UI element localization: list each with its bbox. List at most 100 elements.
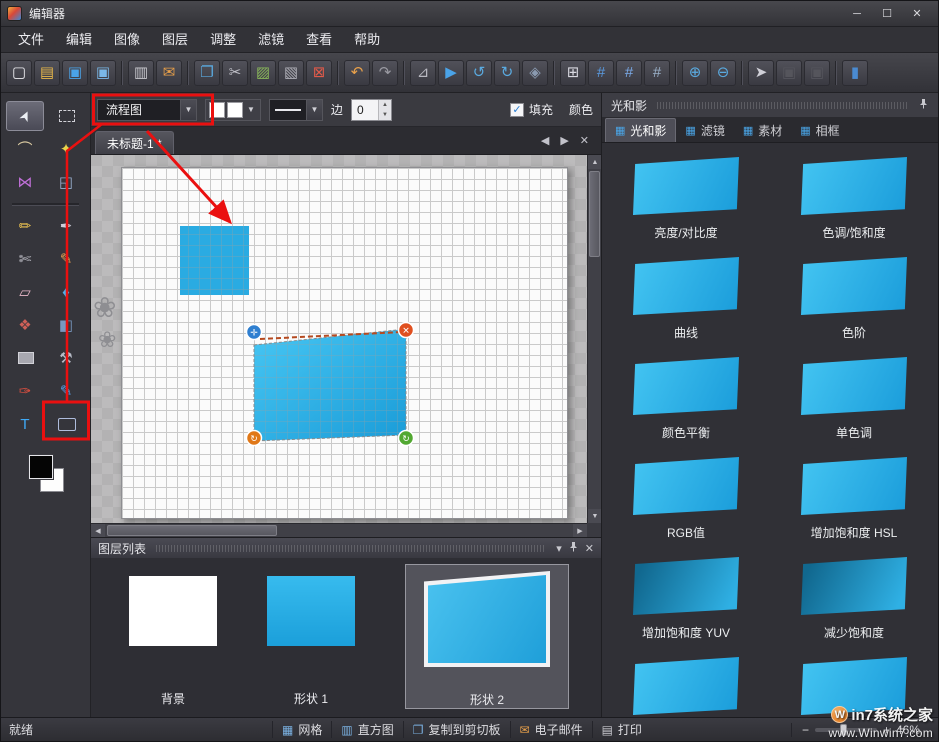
toolbar-icon-rotate-right[interactable]: ↻ <box>494 60 520 86</box>
pin-icon[interactable] <box>918 98 929 112</box>
palette-tool-divider[interactable] <box>12 203 79 205</box>
chevron-down-icon[interactable]: ▼ <box>180 100 196 120</box>
toolbar-icon-sep[interactable] <box>187 61 189 85</box>
toolbar-icon-sep[interactable] <box>337 61 339 85</box>
toolbar-icon-export[interactable]: ▮ <box>842 60 868 86</box>
toolbar-icon-pan[interactable]: ➤ <box>748 60 774 86</box>
toolbar-icon-sep[interactable] <box>835 61 837 85</box>
menu-item[interactable]: 文件 <box>7 27 55 53</box>
toolbar-icon-sep[interactable] <box>741 61 743 85</box>
zoom-out-icon[interactable]: − <box>802 723 809 737</box>
toolbar-icon-delete[interactable]: ⊠ <box>306 60 332 86</box>
prev-tab-icon[interactable]: ◀ <box>541 134 549 147</box>
effects-tab[interactable]: ▦ 光和影 <box>605 118 676 142</box>
scroll-left-icon[interactable]: ◀ <box>91 524 105 537</box>
palette-tool-curve[interactable]: ⋈ <box>6 167 44 197</box>
foreground-color-swatch[interactable] <box>29 455 53 479</box>
close-panel-icon[interactable]: ✕ <box>585 542 594 555</box>
preset-item[interactable]: 单色调 <box>779 357 929 457</box>
palette-tool-crop[interactable]: ◱ <box>47 167 85 197</box>
effects-tab[interactable]: ▦ 滤镜 <box>676 118 733 142</box>
toolbar-icon-redo[interactable]: ↷ <box>372 60 398 86</box>
preset-item[interactable]: 颜色平衡 <box>611 357 761 457</box>
maximize-button[interactable]: ☐ <box>872 4 902 24</box>
toolbar-icon-print[interactable]: ▥ <box>128 60 154 86</box>
palette-tool-clone-stamp[interactable]: ⚒ <box>47 343 85 373</box>
palette-tool-gradient[interactable]: ◧ <box>47 310 85 340</box>
palette-tool-shape[interactable] <box>47 409 85 439</box>
layer-item-形状 1[interactable]: 形状 1 <box>267 562 355 707</box>
stepper-up-icon[interactable]: ▲ <box>379 100 391 110</box>
color-label[interactable]: 颜色 <box>569 101 595 118</box>
color-swatches[interactable] <box>26 455 66 497</box>
stepper-down-icon[interactable]: ▼ <box>379 110 391 120</box>
toolbar-icon-sep[interactable] <box>121 61 123 85</box>
vertical-scroll-thumb[interactable] <box>589 171 600 257</box>
move-handle[interactable]: ✛ <box>247 325 262 340</box>
palette-tool-retouch[interactable]: ✎ <box>47 376 85 406</box>
status-button[interactable]: ▦ 网格 <box>272 721 331 738</box>
status-button[interactable]: ❐ 复制到剪切板 <box>403 721 510 738</box>
toolbar-icon-save-as[interactable]: ▣ <box>90 60 116 86</box>
palette-tool-color-picker[interactable] <box>6 343 44 373</box>
preset-item[interactable]: 色调/饱和度 <box>779 157 929 257</box>
toolbar-icon-sep[interactable] <box>553 61 555 85</box>
palette-tool-text[interactable]: T <box>6 409 44 439</box>
palette-tool-pointer[interactable]: ➤ <box>6 101 44 131</box>
status-button[interactable]: ✉ 电子邮件 <box>510 721 592 738</box>
toolbar-icon-sep[interactable] <box>675 61 677 85</box>
line-style-dropdown[interactable]: ▼ <box>269 99 323 121</box>
toolbar-icon-perspective[interactable]: ◈ <box>522 60 548 86</box>
preset-item[interactable]: 色阶 <box>779 257 929 357</box>
palette-tool-red-brush[interactable]: ✑ <box>6 376 44 406</box>
menu-item[interactable]: 图层 <box>151 27 199 53</box>
menu-item[interactable]: 滤镜 <box>247 27 295 53</box>
fill-checkbox[interactable]: ✓ <box>510 103 524 117</box>
palette-tool-rect-select[interactable] <box>47 101 85 131</box>
toolbar-icon-sep[interactable] <box>403 61 405 85</box>
chevron-down-icon[interactable]: ▼ <box>245 105 257 114</box>
fill-toggle[interactable]: ✓ 填充 <box>510 101 553 118</box>
menu-item[interactable]: 帮助 <box>343 27 391 53</box>
status-button[interactable]: ▤ 打印 <box>592 721 651 738</box>
toolbar-icon-zoom-in[interactable]: ⊕ <box>682 60 708 86</box>
scroll-right-icon[interactable]: ▶ <box>573 524 587 537</box>
palette-tool-eraser[interactable]: ▱ <box>6 277 44 307</box>
toolbar-icon-email[interactable]: ✉ <box>156 60 182 86</box>
effects-tab[interactable]: ▦ 相框 <box>791 118 848 142</box>
palette-tool-brush[interactable]: ✎ <box>47 244 85 274</box>
toolbar-icon-grid[interactable]: ⊞ <box>560 60 586 86</box>
delete-handle[interactable]: ✕ <box>399 323 414 338</box>
close-button[interactable]: ✕ <box>902 4 932 24</box>
toolbar-icon-gridlines-2[interactable]: # <box>616 60 642 86</box>
toolbar-icon-flip-vertical[interactable]: ▶ <box>438 60 464 86</box>
preset-item[interactable]: 增加饱和度 HSL <box>779 457 929 557</box>
toolbar-icon-zoom-out[interactable]: ⊖ <box>710 60 736 86</box>
panel-drag-handle[interactable] <box>657 102 908 109</box>
vertical-scrollbar[interactable]: ▲ ▼ <box>587 155 601 523</box>
layer-item-形状 2[interactable]: 形状 2 <box>405 564 569 709</box>
palette-tool-pencil[interactable]: ✏ <box>6 211 44 241</box>
collapse-panel-icon[interactable]: ▾ <box>556 542 562 555</box>
toolbar-icon-open[interactable]: ▤ <box>34 60 60 86</box>
toolbar-icon-cut[interactable]: ✂ <box>222 60 248 86</box>
toolbar-icon-copy[interactable]: ❐ <box>194 60 220 86</box>
toolbar-icon-paste[interactable]: ▨ <box>250 60 276 86</box>
toolbar-icon-undo[interactable]: ↶ <box>344 60 370 86</box>
shape-1-canvas[interactable] <box>180 226 249 295</box>
status-button[interactable]: ▥ 直方图 <box>331 721 402 738</box>
document-tab[interactable]: 未标题-1 * <box>95 131 174 154</box>
menu-item[interactable]: 图像 <box>103 27 151 53</box>
preset-item[interactable]: 增加饱和度 YUV <box>611 557 761 657</box>
horizontal-scroll-thumb[interactable] <box>107 525 277 536</box>
toolbar-icon-gridlines-1[interactable]: # <box>588 60 614 86</box>
rotate-right-handle[interactable]: ↻ <box>399 431 414 446</box>
shape-preset-dropdown[interactable]: 流程图 ▼ <box>97 99 197 121</box>
palette-tool-knife[interactable]: ✄ <box>6 244 44 274</box>
close-tab-icon[interactable]: ✕ <box>580 134 589 147</box>
preset-item[interactable]: 减少饱和度 <box>779 557 929 657</box>
pin-icon[interactable] <box>568 541 579 555</box>
toolbar-icon-rotate-left[interactable]: ↺ <box>466 60 492 86</box>
menu-item[interactable]: 调整 <box>199 27 247 53</box>
preset-item[interactable]: RGB值 <box>611 457 761 557</box>
